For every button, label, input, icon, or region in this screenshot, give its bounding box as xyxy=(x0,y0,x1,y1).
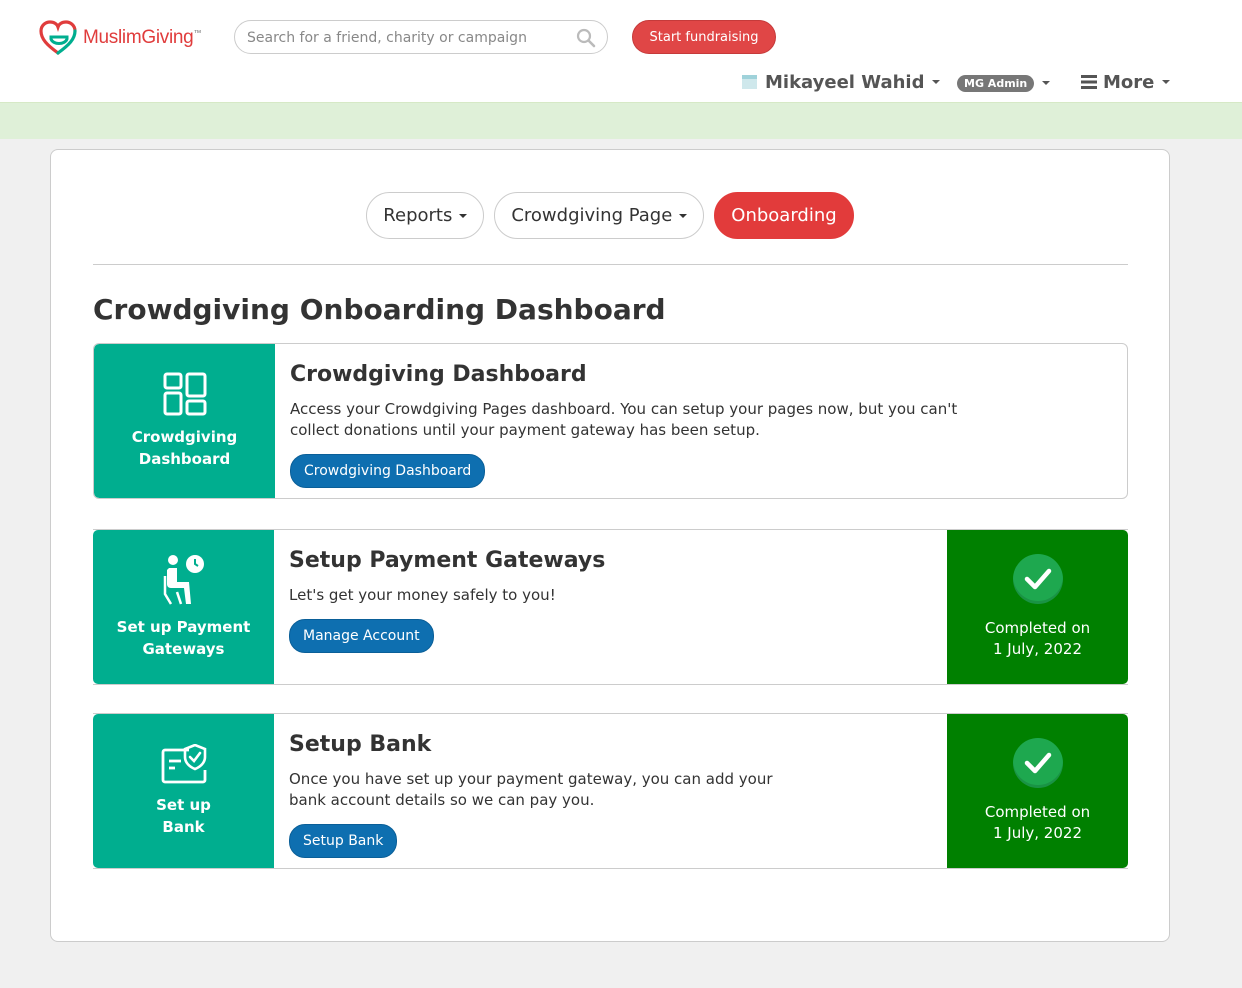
step-body: Setup Bank Once you have set up your pay… xyxy=(289,732,1009,858)
tile-label: Set up Bank xyxy=(156,796,211,836)
step-description: Access your Crowdgiving Pages dashboard.… xyxy=(290,400,958,439)
nav-tabs: Reports Crowdgiving Page Onboarding xyxy=(51,192,1169,239)
heart-logo-icon xyxy=(39,20,77,55)
brand-name: MuslimGiving™ xyxy=(83,27,202,48)
more-label: More xyxy=(1103,71,1155,93)
completed-text: Completed on 1 July, 2022 xyxy=(985,802,1090,844)
main-card: Reports Crowdgiving Page Onboarding Crow… xyxy=(50,149,1170,942)
completed-label: Completed on xyxy=(984,619,1091,637)
tab-label: Onboarding xyxy=(731,205,837,226)
completed-panel: Completed on 1 July, 2022 xyxy=(947,714,1128,868)
checkmark-icon xyxy=(1012,554,1063,604)
user-name: Mikayeel Wahid xyxy=(765,71,925,93)
dashboard-icon xyxy=(163,372,206,416)
chevron-down-icon xyxy=(932,80,941,84)
muslimgiving-logo[interactable]: MuslimGiving™ xyxy=(39,20,201,56)
person-clock-icon xyxy=(163,555,204,605)
crowdgiving-dashboard-button[interactable]: Crowdgiving Dashboard xyxy=(290,454,486,488)
step-setup-bank: Set up Bank Setup Bank Once you have set… xyxy=(93,713,1128,869)
step-payment-gateways: Set up Payment Gateways Setup Payment Ga… xyxy=(93,529,1128,685)
notice-strip xyxy=(0,102,1242,139)
step-title: Setup Payment Gateways xyxy=(289,548,606,573)
bank-card-shield-icon xyxy=(161,744,206,784)
search-icon[interactable] xyxy=(576,28,596,48)
step-body: Setup Payment Gateways Let's get your mo… xyxy=(289,548,1009,653)
tab-label: Crowdgiving Page xyxy=(511,205,673,226)
step-description: Once you have set up your payment gatewa… xyxy=(289,770,773,809)
step-tile[interactable]: Set up Payment Gateways xyxy=(93,530,274,684)
completed-date: 1 July, 2022 xyxy=(992,640,1082,658)
hamburger-icon xyxy=(1081,75,1097,89)
step-description: Let's get your money safely to you! xyxy=(289,586,556,604)
step-body: Crowdgiving Dashboard Access your Crowdg… xyxy=(290,362,1010,488)
manage-account-button[interactable]: Manage Account xyxy=(289,619,434,653)
checkmark-icon xyxy=(1012,738,1063,788)
step-title: Crowdgiving Dashboard xyxy=(290,362,587,387)
step-tile[interactable]: Crowdgiving Dashboard xyxy=(94,344,275,498)
tab-label: Reports xyxy=(383,205,453,226)
tile-label: Crowdgiving Dashboard xyxy=(131,428,238,468)
step-title: Setup Bank xyxy=(289,732,432,757)
more-menu[interactable]: More xyxy=(1081,70,1171,94)
completed-panel: Completed on 1 July, 2022 xyxy=(947,530,1128,684)
tab-crowdgiving-page[interactable]: Crowdgiving Page xyxy=(494,192,705,239)
step-crowdgiving-dashboard: Crowdgiving Dashboard Crowdgiving Dashbo… xyxy=(93,343,1128,499)
tile-label: Set up Payment Gateways xyxy=(116,618,251,658)
chevron-down-icon xyxy=(459,213,468,218)
completed-text: Completed on 1 July, 2022 xyxy=(985,618,1090,660)
chevron-down-icon xyxy=(679,213,688,218)
start-fundraising-button[interactable]: Start fundraising xyxy=(632,20,776,54)
completed-date: 1 July, 2022 xyxy=(992,824,1082,842)
chevron-down-icon xyxy=(1162,80,1171,84)
search-input[interactable] xyxy=(247,28,567,48)
user-menu[interactable]: Mikayeel Wahid xyxy=(742,70,941,94)
page-title: Crowdgiving Onboarding Dashboard xyxy=(93,293,666,326)
completed-label: Completed on xyxy=(984,803,1091,821)
admin-badge: MG Admin xyxy=(957,74,1035,92)
setup-bank-button[interactable]: Setup Bank xyxy=(289,824,398,858)
tab-reports[interactable]: Reports xyxy=(366,192,485,239)
divider xyxy=(93,264,1128,265)
step-tile[interactable]: Set up Bank xyxy=(93,714,274,868)
tab-onboarding[interactable]: Onboarding xyxy=(714,192,854,239)
chevron-down-icon xyxy=(1042,81,1051,85)
calendar-icon xyxy=(742,75,757,89)
search-box[interactable] xyxy=(234,20,608,54)
site-header: MuslimGiving™ Start fundraising Mikayeel… xyxy=(0,0,1242,102)
admin-menu[interactable]: MG Admin xyxy=(957,73,1051,93)
